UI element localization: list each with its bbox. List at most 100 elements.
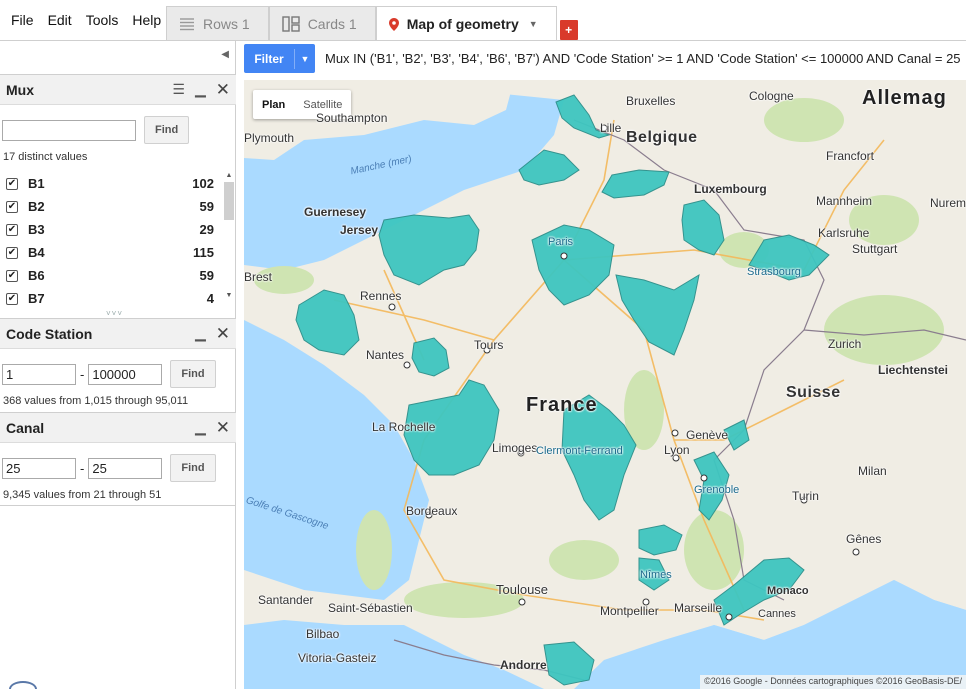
- list-item[interactable]: ✔ B3 29: [0, 218, 236, 241]
- canal-summary: 9,345 values from 21 through 51: [3, 489, 162, 501]
- mux-search-row: Find: [0, 116, 236, 144]
- map-label-city: Turin: [792, 489, 819, 503]
- map-label-island: Guernesey: [304, 205, 367, 219]
- list-item[interactable]: ✔ B1 102: [0, 172, 236, 195]
- chevron-down-icon[interactable]: ▼: [529, 19, 538, 29]
- scroll-up-icon[interactable]: ▲: [224, 172, 234, 180]
- map-label-city: La Rochelle: [372, 420, 436, 434]
- canal-range: - Find: [0, 454, 236, 482]
- canal-min-input[interactable]: [2, 457, 76, 479]
- value-count: 115: [193, 245, 214, 260]
- menu-help[interactable]: Help: [125, 12, 168, 28]
- cards-icon: [281, 15, 300, 32]
- tab-map-of-geometry[interactable]: Map of geometry ▼: [375, 6, 557, 41]
- facet-mux: Mux ☰ ▁ ✕ Find 17 distinct values ✔ B1 1…: [0, 74, 236, 318]
- facet-canal-header: Canal ▁ ✕: [0, 413, 236, 443]
- map-pin-icon: [388, 17, 399, 31]
- tab-map-label: Map of geometry: [406, 16, 519, 32]
- close-icon[interactable]: ✕: [216, 324, 230, 344]
- checkbox-checked-icon[interactable]: ✔: [6, 223, 18, 236]
- close-icon[interactable]: ✕: [216, 80, 230, 100]
- value-count: 29: [199, 222, 214, 237]
- map-label-island: Jersey: [340, 223, 379, 237]
- minimize-icon[interactable]: ▁: [195, 81, 206, 98]
- map-label-city: Milan: [858, 464, 887, 478]
- checkbox-checked-icon[interactable]: ✔: [6, 292, 18, 305]
- list-item[interactable]: ✔ B6 59: [0, 264, 236, 287]
- close-icon[interactable]: ✕: [216, 418, 230, 438]
- map-label-country: Allemag: [862, 87, 947, 109]
- filter-button-label: Filter: [254, 51, 284, 66]
- code-station-find-button[interactable]: Find: [170, 360, 216, 388]
- map-type-satellite-button[interactable]: Satellite: [294, 99, 351, 111]
- map-label-city: Vitoria-Gasteiz: [298, 651, 377, 665]
- map-label-city: Marseille: [674, 601, 723, 615]
- filter-expression[interactable]: Mux IN ('B1', 'B2', 'B3', 'B4', 'B6', 'B…: [325, 51, 965, 66]
- checkbox-checked-icon[interactable]: ✔: [6, 246, 18, 259]
- map-attribution[interactable]: ©2016 Google - Données cartographiques ©…: [700, 675, 966, 689]
- mux-value-list: ✔ B1 102 ✔ B2 59 ✔ B3 29 ✔ B4 115 ✔ B6 5…: [0, 172, 236, 312]
- facet-canal-title: Canal: [6, 419, 45, 436]
- mux-list-scrollbar[interactable]: ▲ ▼: [224, 172, 234, 302]
- map-label-country: Andorre: [500, 658, 547, 672]
- map-label-city: Grenoble: [694, 484, 740, 496]
- facet-code-station: Code Station ▁ ✕ - Find 368 values from …: [0, 318, 236, 412]
- map-label-city: Strasbourg: [747, 266, 801, 278]
- map-label-city: Gênes: [846, 532, 882, 546]
- add-tab-button[interactable]: +: [559, 20, 578, 40]
- mux-search-input[interactable]: [2, 119, 136, 141]
- facet-menu-icon[interactable]: ☰: [172, 81, 185, 98]
- menu-bar: File Edit Tools Help: [4, 0, 168, 40]
- map-label-city: Stuttgart: [852, 242, 898, 256]
- value-count: 59: [199, 268, 214, 283]
- map-label-city: Nantes: [366, 348, 405, 362]
- scroll-down-icon[interactable]: ▼: [224, 292, 234, 300]
- collapse-left-icon[interactable]: ◀: [221, 49, 229, 60]
- map-label-country: France: [526, 394, 598, 416]
- rows-icon: [179, 17, 195, 31]
- value-name: B7: [28, 291, 45, 306]
- resize-handle-icon[interactable]: ˅˅˅: [106, 309, 123, 318]
- canal-find-button[interactable]: Find: [170, 454, 216, 482]
- map-view[interactable]: Plan Satellite Allemag Belgique Luxembou…: [244, 80, 966, 689]
- list-item[interactable]: ✔ B7 4: [0, 287, 236, 310]
- minimize-icon[interactable]: ▁: [195, 419, 206, 436]
- mux-find-button[interactable]: Find: [144, 116, 190, 144]
- map-label-city: Toulouse: [496, 582, 549, 597]
- facet-mux-title: Mux: [6, 81, 34, 98]
- value-count: 102: [192, 176, 214, 191]
- facet-canal: Canal ▁ ✕ - Find 9,345 values from 21 th…: [0, 412, 236, 506]
- tab-cards-label: Cards 1: [307, 15, 357, 32]
- map-label-city: Mannheim: [816, 194, 873, 208]
- canal-max-input[interactable]: [88, 457, 163, 479]
- map-label-city: Saint-Sébastien: [328, 601, 413, 615]
- minimize-icon[interactable]: ▁: [195, 325, 206, 342]
- chevron-down-icon[interactable]: ▼: [295, 54, 315, 64]
- code-station-min-input[interactable]: [2, 363, 76, 385]
- map-label-city: Paris: [548, 236, 574, 248]
- map-label-city: Plymouth: [244, 131, 295, 145]
- map-label-country: Luxembourg: [694, 182, 767, 196]
- menu-tools[interactable]: Tools: [79, 12, 126, 28]
- scrollbar-thumb[interactable]: [224, 182, 234, 220]
- facet-panel: ◀ Mux ☰ ▁ ✕ Find 17 distinct values ✔ B1…: [0, 41, 236, 689]
- map-type-plan-button[interactable]: Plan: [253, 99, 294, 111]
- checkbox-checked-icon[interactable]: ✔: [6, 200, 18, 213]
- map-label-city: Limoges: [492, 441, 538, 455]
- list-item[interactable]: ✔ B4 115: [0, 241, 236, 264]
- tab-cards[interactable]: Cards 1: [268, 6, 376, 40]
- map-label-city: Rennes: [360, 289, 402, 303]
- menu-edit[interactable]: Edit: [41, 12, 79, 28]
- checkbox-checked-icon[interactable]: ✔: [6, 269, 18, 282]
- checkbox-checked-icon[interactable]: ✔: [6, 177, 18, 190]
- map-label-city: Santander: [258, 593, 314, 607]
- list-item[interactable]: ✔ B2 59: [0, 195, 236, 218]
- tab-strip: Rows 1 Cards 1 Map of geometry ▼ +: [166, 6, 578, 41]
- range-dash: -: [80, 460, 85, 476]
- code-station-max-input[interactable]: [88, 363, 163, 385]
- tab-rows[interactable]: Rows 1: [166, 6, 269, 40]
- menu-file[interactable]: File: [4, 12, 41, 28]
- map-label-city: Southampton: [316, 111, 388, 125]
- filter-button[interactable]: Filter ▼: [244, 44, 315, 73]
- filter-bar: Filter ▼ Mux IN ('B1', 'B2', 'B3', 'B4',…: [237, 41, 966, 79]
